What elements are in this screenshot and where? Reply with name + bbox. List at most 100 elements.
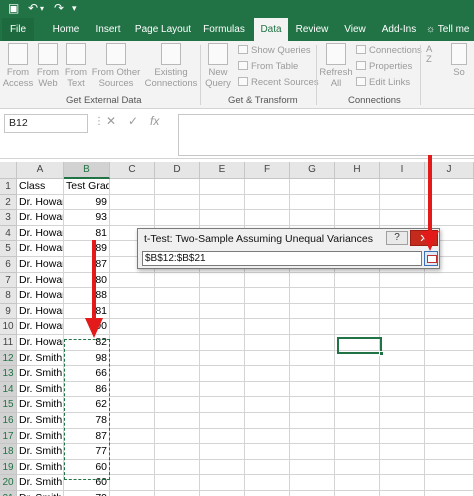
cell-h9[interactable] [335,303,380,320]
cell-h1[interactable] [335,179,380,195]
cell-g14[interactable] [290,381,335,398]
cell-d16[interactable] [155,413,200,429]
cell-a12[interactable]: Dr. Smith [17,350,64,367]
cell-i16[interactable] [380,413,425,429]
cell-e17[interactable] [200,428,245,445]
cell-d15[interactable] [155,397,200,413]
save-icon[interactable]: ▣ [8,1,19,15]
row-header[interactable]: 1 [0,179,17,195]
undo-dropdown-icon[interactable]: ▾ [40,4,44,13]
tab-data[interactable]: Data [254,18,288,41]
tell-me-search[interactable]: ☼ Tell me [426,18,469,41]
cell-e13[interactable] [200,366,245,382]
row-header[interactable]: 8 [0,288,17,304]
cell-j7[interactable] [425,272,474,289]
cell-h14[interactable] [335,381,380,398]
row-header[interactable]: 3 [0,210,17,226]
from-text-button[interactable]: From Text [62,43,90,89]
cell-g8[interactable] [290,288,335,304]
cell-g12[interactable] [290,350,335,367]
cell-e3[interactable] [200,210,245,226]
row-header[interactable]: 21 [0,491,17,496]
cell-g2[interactable] [290,194,335,211]
cell-a9[interactable]: Dr. Howar [17,303,64,320]
cell-c21[interactable] [110,491,155,496]
column-header-a[interactable]: A [17,162,64,179]
cell-j11[interactable] [425,335,474,351]
cell-f21[interactable] [245,491,290,496]
cell-c10[interactable] [110,319,155,335]
row-header[interactable]: 18 [0,444,17,460]
cell-e7[interactable] [200,272,245,289]
undo-icon[interactable]: ↶ [28,1,38,15]
cell-f18[interactable] [245,444,290,460]
cell-j21[interactable] [425,491,474,496]
cell-d7[interactable] [155,272,200,289]
row-header[interactable]: 4 [0,225,17,242]
cell-g10[interactable] [290,319,335,335]
cell-c12[interactable] [110,350,155,367]
cell-h8[interactable] [335,288,380,304]
cell-c3[interactable] [110,210,155,226]
cell-b6[interactable]: 87 [64,257,110,273]
cell-a14[interactable]: Dr. Smith [17,381,64,398]
cell-j1[interactable] [425,179,474,195]
cell-f19[interactable] [245,459,290,476]
cell-j2[interactable] [425,194,474,211]
cell-j17[interactable] [425,428,474,445]
connections-button[interactable]: Connections [356,45,422,56]
cell-f2[interactable] [245,194,290,211]
tab-add-ins[interactable]: Add-Ins [376,18,422,41]
cell-c8[interactable] [110,288,155,304]
cell-b11[interactable]: 82 [64,335,110,351]
cell-i10[interactable] [380,319,425,335]
cell-i14[interactable] [380,381,425,398]
cell-b4[interactable]: 81 [64,225,110,242]
column-header-c[interactable]: C [110,162,155,179]
new-query-button[interactable]: New Query [202,43,234,89]
cell-f3[interactable] [245,210,290,226]
cell-c7[interactable] [110,272,155,289]
cell-a16[interactable]: Dr. Smith [17,413,64,429]
cell-d13[interactable] [155,366,200,382]
cell-b15[interactable]: 62 [64,397,110,413]
cell-i3[interactable] [380,210,425,226]
cell-b21[interactable]: 79 [64,491,110,496]
cell-j13[interactable] [425,366,474,382]
cell-a20[interactable]: Dr. Smith [17,475,64,491]
cell-g7[interactable] [290,272,335,289]
cell-g19[interactable] [290,459,335,476]
cell-e14[interactable] [200,381,245,398]
column-header-g[interactable]: G [290,162,335,179]
row-header[interactable]: 9 [0,303,17,320]
cell-h19[interactable] [335,459,380,476]
cell-d3[interactable] [155,210,200,226]
cell-h18[interactable] [335,444,380,460]
cell-j8[interactable] [425,288,474,304]
cell-j19[interactable] [425,459,474,476]
cell-h10[interactable] [335,319,380,335]
cell-g18[interactable] [290,444,335,460]
column-header-d[interactable]: D [155,162,200,179]
cell-c16[interactable] [110,413,155,429]
tab-formulas[interactable]: Formulas [198,18,250,41]
cell-d10[interactable] [155,319,200,335]
range-input[interactable]: $B$12:$B$21 [142,251,422,266]
cell-c9[interactable] [110,303,155,320]
tab-view[interactable]: View [338,18,372,41]
cell-b7[interactable]: 80 [64,272,110,289]
cell-a18[interactable]: Dr. Smith [17,444,64,460]
cell-g15[interactable] [290,397,335,413]
cell-h2[interactable] [335,194,380,211]
cell-d12[interactable] [155,350,200,367]
cell-b8[interactable]: 88 [64,288,110,304]
cell-f12[interactable] [245,350,290,367]
cell-c19[interactable] [110,459,155,476]
cell-b17[interactable]: 87 [64,428,110,445]
cell-b10[interactable]: 100 [64,319,110,335]
cell-b12[interactable]: 98 [64,350,110,367]
cell-a13[interactable]: Dr. Smith [17,366,64,382]
cell-f17[interactable] [245,428,290,445]
select-all-corner[interactable] [0,162,17,179]
cell-j9[interactable] [425,303,474,320]
